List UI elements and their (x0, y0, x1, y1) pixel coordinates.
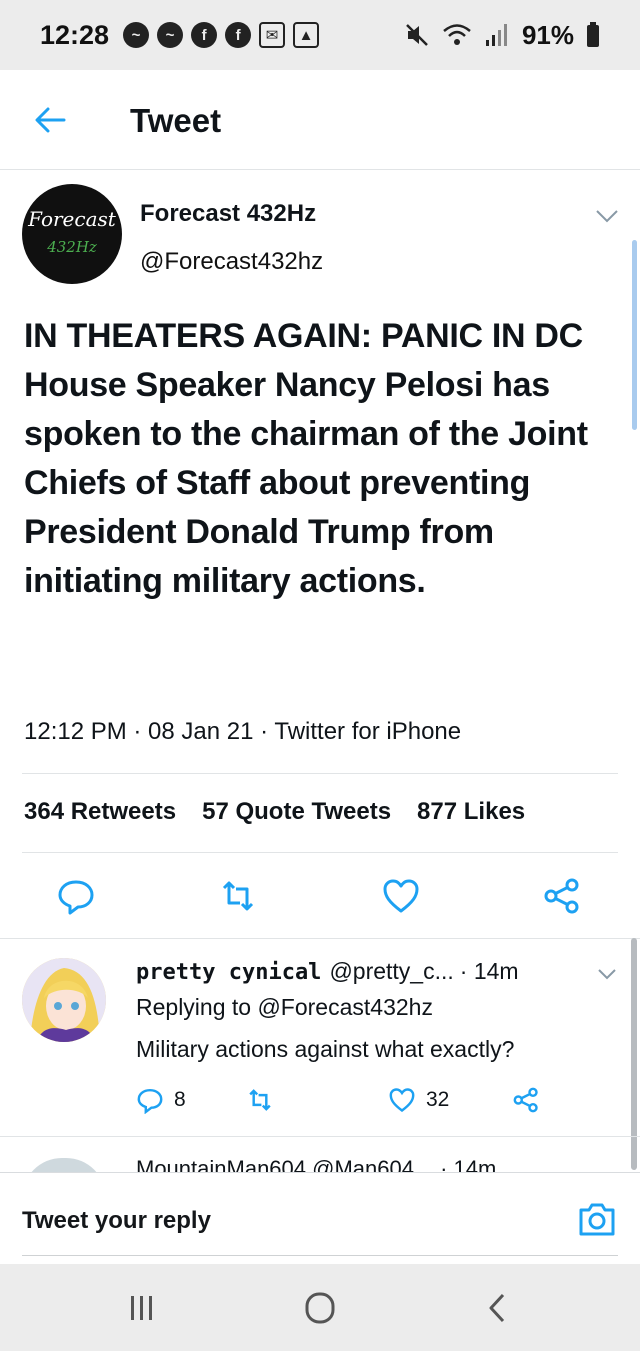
signal-icon (485, 24, 507, 46)
reply-composer: Tweet your reply (0, 1172, 640, 1262)
messenger-icon: ~ (123, 22, 150, 48)
svg-text:432Hz: 432Hz (46, 238, 97, 256)
reply-actions: 8 32 (136, 1084, 606, 1118)
mail-icon: ✉ (259, 22, 286, 48)
reply-header: pretty cynical @pretty_c... · 14m (136, 958, 519, 985)
reply-share-button[interactable] (512, 1084, 540, 1116)
reply-avatar[interactable] (22, 958, 106, 1042)
anime-avatar-illustration (22, 958, 106, 1042)
battery-percent: 91% (521, 19, 574, 50)
likes-label: Likes (463, 798, 526, 825)
svg-text:Forecast: Forecast (27, 207, 117, 231)
quotes-stat[interactable]: 57 Quote Tweets (202, 798, 391, 826)
recent-apps-icon[interactable] (122, 1290, 162, 1326)
wifi-icon (443, 24, 471, 45)
divider (22, 773, 618, 774)
back-arrow-icon[interactable] (30, 100, 70, 140)
tweet-stats: 364 Retweets 57 Quote Tweets 877 Likes (24, 798, 525, 826)
reply-text: Military actions against what exactly? (136, 1036, 515, 1062)
share-icon (513, 1087, 538, 1113)
author-avatar[interactable]: Forecast 432Hz (22, 184, 122, 284)
battery-icon (587, 22, 599, 47)
quotes-count: 57 (202, 798, 229, 825)
home-icon[interactable] (300, 1290, 340, 1326)
messenger-icon: ~ (157, 22, 184, 48)
retweets-count: 364 (24, 798, 65, 825)
like-count: 32 (426, 1088, 450, 1111)
quotes-label: Quote Tweets (235, 798, 392, 825)
scroll-indicator[interactable] (632, 240, 637, 430)
image-icon: ▲ (293, 22, 320, 48)
reply-author-handle[interactable]: @pretty_c... (329, 958, 453, 985)
system-status: 91% (404, 20, 600, 51)
reply-reply-button[interactable]: 8 (136, 1084, 186, 1116)
forecast-logo: Forecast 432Hz (27, 207, 117, 256)
system-nav-bar (0, 1264, 640, 1351)
chevron-down-icon[interactable] (594, 206, 620, 226)
composer-underline (22, 1255, 618, 1256)
retweet-icon[interactable] (218, 876, 258, 916)
tweet-timestamp: 12:12 PM · 08 Jan 21 · Twitter for iPhon… (24, 718, 462, 745)
notification-icons: ~ ~ f f ✉ ▲ (123, 22, 320, 48)
facebook-icon: f (225, 22, 252, 48)
tweet-text: IN THEATERS AGAIN: PANIC IN DC House Spe… (24, 317, 588, 600)
mute-icon (406, 24, 428, 46)
reply-count: 8 (174, 1088, 186, 1111)
retweet-icon (249, 1089, 271, 1111)
likes-count: 877 (417, 798, 458, 825)
likes-stat[interactable]: 877 Likes (417, 798, 525, 826)
author-handle[interactable]: @Forecast432hz (140, 248, 323, 276)
reply-retweet-button[interactable] (246, 1084, 274, 1116)
reply-input[interactable]: Tweet your reply (22, 1207, 211, 1235)
chevron-down-icon[interactable] (596, 966, 618, 982)
author-name[interactable]: Forecast 432Hz (140, 200, 316, 228)
page-title: Tweet (130, 102, 222, 139)
replying-to-label[interactable]: Replying to @Forecast432hz (136, 994, 433, 1021)
retweets-label: Retweets (70, 798, 177, 825)
status-bar: 12:28 ~ ~ f f ✉ ▲ 91% (0, 0, 640, 70)
reply-icon (137, 1088, 163, 1114)
status-time: 12:28 (40, 19, 110, 50)
back-icon[interactable] (478, 1290, 518, 1326)
facebook-icon: f (191, 22, 218, 48)
like-heart-icon[interactable] (381, 876, 421, 916)
like-heart-icon (389, 1088, 415, 1113)
divider (0, 1136, 640, 1137)
divider (22, 852, 618, 853)
camera-icon[interactable] (578, 1201, 616, 1237)
reply-time: · 14m (459, 958, 519, 984)
top-app-bar: Tweet (0, 70, 640, 170)
share-icon[interactable] (542, 876, 582, 916)
reply-icon[interactable] (56, 876, 96, 916)
retweets-stat[interactable]: 364 Retweets (24, 798, 176, 826)
tweet-actions (0, 876, 640, 924)
divider (0, 938, 640, 939)
reply-author-name[interactable]: pretty cynical (136, 960, 321, 985)
reply-like-button[interactable]: 32 (388, 1084, 449, 1116)
